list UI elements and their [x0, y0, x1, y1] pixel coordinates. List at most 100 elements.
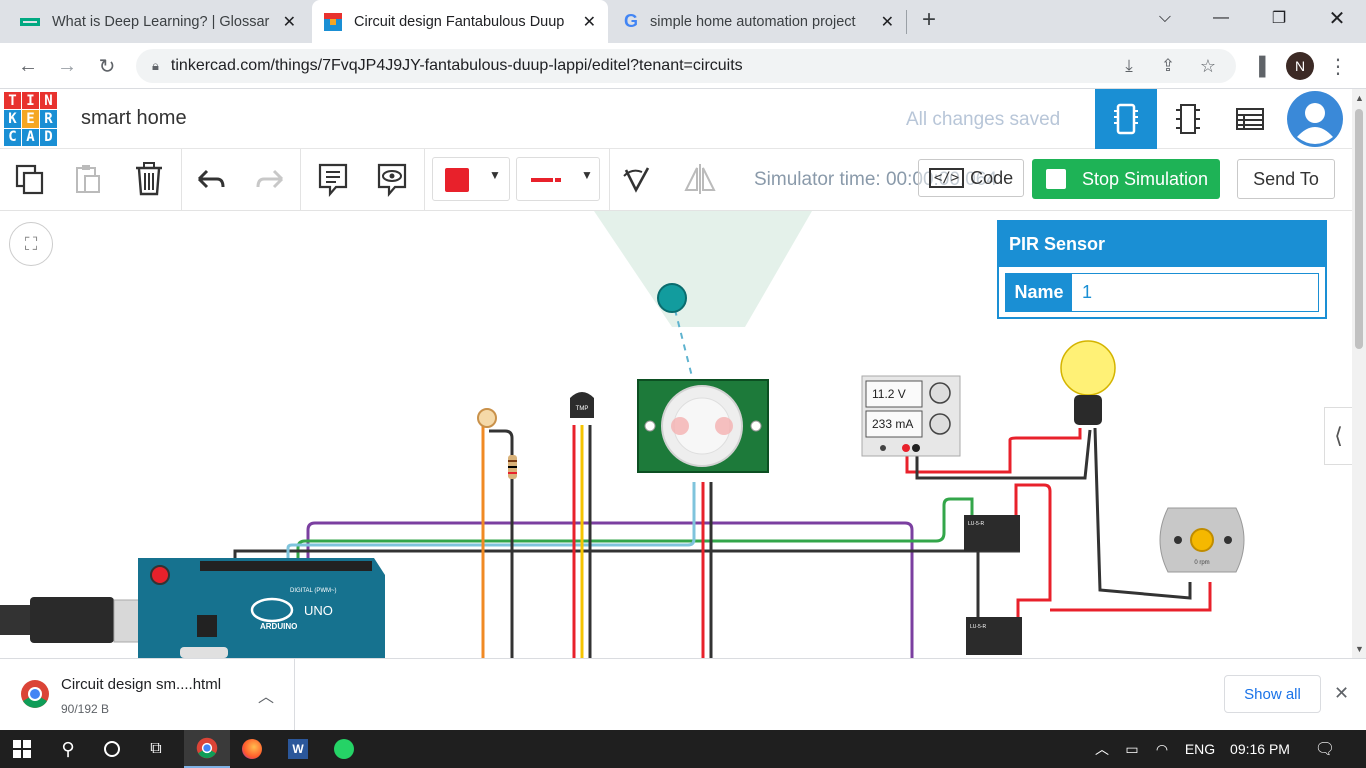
color-picker[interactable]: ▼	[432, 157, 510, 201]
rotate-icon	[623, 167, 650, 193]
relay-label: LU-5-R	[970, 624, 987, 630]
stop-simulation-label: Stop Simulation	[1082, 168, 1209, 189]
chevron-down-icon: ▼	[489, 168, 501, 182]
new-tab-button[interactable]: +	[922, 6, 936, 34]
supply-voltage-readout: 11.2 V	[872, 387, 906, 401]
circuit-view-button[interactable]	[1095, 89, 1157, 149]
tab-home-automation[interactable]: G simple home automation project ✕	[612, 0, 906, 43]
close-tab-icon[interactable]: ✕	[283, 12, 296, 32]
tmp-label: TMP	[576, 406, 589, 412]
battery-icon[interactable]: ▭	[1120, 730, 1144, 768]
url-text: tinkercad.com/things/7FvqJP4J9JY-fantabu…	[170, 57, 743, 74]
panel-toggle-button[interactable]: ⟨	[1324, 407, 1352, 465]
close-window-button[interactable]: ✕	[1314, 0, 1360, 36]
copy-button[interactable]	[10, 159, 50, 199]
notifications-icon[interactable]: 🗨︎	[1310, 730, 1340, 768]
search-icon[interactable]: ⚲	[48, 730, 88, 768]
send-to-button[interactable]: Send To	[1237, 159, 1335, 199]
scroll-up-icon[interactable]: ▲	[1355, 93, 1364, 103]
clock[interactable]: 09:16 PM	[1224, 730, 1296, 768]
tab-search-icon[interactable]: ⌵	[1142, 0, 1188, 36]
paste-icon	[76, 165, 100, 193]
fit-view-button[interactable]: ⛶	[9, 222, 53, 266]
close-tab-icon[interactable]: ✕	[583, 12, 596, 32]
windows-start-icon[interactable]	[0, 730, 44, 768]
redo-button[interactable]	[250, 159, 290, 199]
flip-button[interactable]	[680, 159, 720, 199]
close-shelf-icon[interactable]: ✕	[1334, 683, 1349, 704]
side-panel-icon[interactable]: ▐	[1246, 53, 1272, 79]
show-all-button[interactable]: Show all	[1224, 675, 1321, 713]
toolbar-divider	[300, 149, 301, 211]
wire-type-picker[interactable]: ▼	[516, 157, 600, 201]
pir-target-handle	[657, 283, 687, 313]
name-field-input[interactable]: 1	[1072, 274, 1318, 311]
temperature-sensor	[570, 392, 594, 418]
logo-letter: T	[4, 92, 21, 110]
page-scrollbar[interactable]: ▲ ▼	[1352, 89, 1366, 658]
word-taskbar-icon[interactable]: W	[276, 730, 320, 768]
forward-icon[interactable]: →	[54, 53, 80, 79]
user-avatar-button[interactable]	[1286, 89, 1344, 149]
stop-simulation-button[interactable]: Stop Simulation	[1032, 159, 1220, 199]
paste-button[interactable]	[68, 159, 108, 199]
arduino-brand: ARDUINO	[260, 622, 297, 631]
toggle-notes-button[interactable]	[372, 159, 412, 199]
scroll-thumb[interactable]	[1355, 109, 1363, 349]
url-bar[interactable]: 🔒︎ tinkercad.com/things/7FvqJP4J9JY-fant…	[136, 49, 1236, 83]
component-list-button[interactable]	[1219, 89, 1281, 149]
chrome-taskbar-icon[interactable]	[184, 730, 230, 768]
logo-letter: I	[22, 92, 39, 110]
rotate-button[interactable]	[617, 159, 657, 199]
chevron-up-icon[interactable]: ︿	[258, 683, 274, 707]
chevron-left-icon: ⟨	[1334, 423, 1343, 448]
schematic-view-button[interactable]	[1157, 89, 1219, 149]
install-app-icon[interactable]: ⤓	[1116, 53, 1142, 79]
list-table-icon	[1236, 108, 1264, 130]
profile-avatar[interactable]: N	[1286, 52, 1314, 80]
wifi-icon[interactable]: ◠	[1150, 730, 1174, 768]
project-name[interactable]: smart home	[81, 107, 187, 130]
pir-detection-cone	[594, 211, 812, 327]
bookmark-star-icon[interactable]: ☆	[1195, 53, 1221, 79]
scroll-down-icon[interactable]: ▼	[1355, 644, 1364, 654]
whatsapp-taskbar-icon[interactable]	[322, 730, 366, 768]
schematic-icon	[1176, 104, 1200, 134]
code-label: Code	[970, 167, 1014, 188]
undo-button[interactable]	[191, 159, 231, 199]
logo-letter: K	[4, 110, 21, 128]
usb-cable	[0, 605, 32, 635]
logo-letter: A	[22, 128, 39, 146]
reload-icon[interactable]: ↻	[94, 53, 120, 79]
logo-letter: N	[40, 92, 57, 110]
inspector-title: PIR Sensor	[999, 222, 1325, 267]
back-icon[interactable]: ←	[15, 53, 41, 79]
language-indicator[interactable]: ENG	[1180, 730, 1220, 768]
close-tab-icon[interactable]: ✕	[881, 12, 894, 32]
editor-toolbar: ▼ ▼ Simulator time: 00:00:00.064 </> Cod…	[0, 149, 1352, 211]
firefox-taskbar-icon[interactable]	[230, 730, 274, 768]
tab-deep-learning[interactable]: What is Deep Learning? | Glossar ✕	[8, 0, 308, 43]
flip-icon	[684, 164, 716, 194]
notes-button[interactable]	[313, 159, 353, 199]
chrome-menu-icon[interactable]: ⋮	[1325, 53, 1351, 79]
task-view-icon[interactable]: ⧉	[136, 730, 176, 768]
delete-button[interactable]	[129, 159, 169, 199]
download-item[interactable]: Circuit design sm....html 90/192 B ︿	[0, 659, 295, 731]
download-shelf: Circuit design sm....html 90/192 B ︿ Sho…	[0, 658, 1366, 731]
share-icon[interactable]: ⇪	[1155, 53, 1181, 79]
maximize-button[interactable]: ❐	[1256, 0, 1302, 36]
address-bar-row: ← → ↻ 🔒︎ tinkercad.com/things/7FvqJP4J9J…	[0, 43, 1366, 89]
code-button[interactable]: </> Code	[918, 159, 1024, 197]
logo-letter: C	[4, 128, 21, 146]
wire-style-icon-dot	[555, 178, 561, 182]
tab-circuit-design[interactable]: Circuit design Fantabulous Duup ✕	[312, 0, 608, 43]
tinkercad-logo[interactable]: T I N K E R C A D	[4, 92, 58, 146]
chevron-up-icon[interactable]: ︿	[1090, 730, 1114, 768]
cortana-icon[interactable]	[92, 730, 132, 768]
hpe-icon	[20, 17, 40, 26]
fullscreen-icon: ⛶	[24, 233, 38, 254]
tab-title: simple home automation project	[650, 13, 856, 30]
logo-letter: E	[22, 110, 39, 128]
minimize-button[interactable]: —	[1198, 0, 1244, 36]
